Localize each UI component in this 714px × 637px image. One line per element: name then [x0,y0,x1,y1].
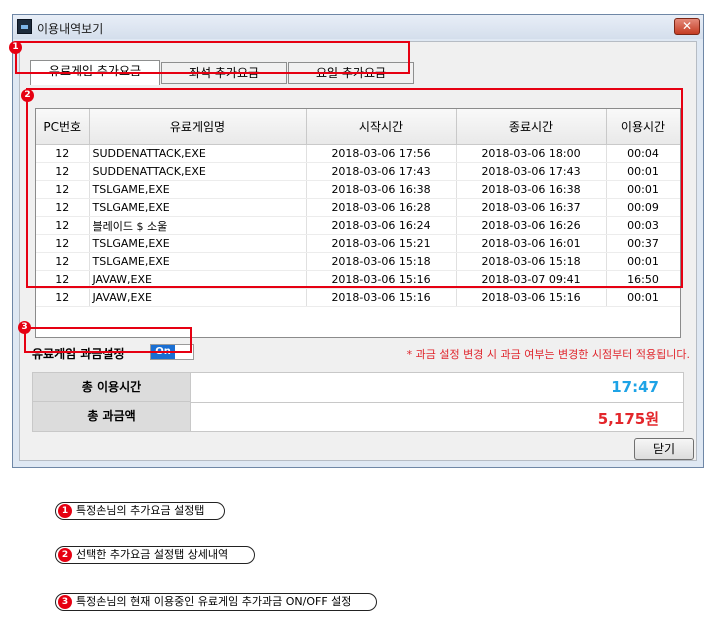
total-fee-label: 총 과금액 [33,402,191,431]
callout-badge-3: 3 [18,321,31,334]
callout-badge-1: 1 [9,41,22,54]
app-icon [17,19,32,34]
legend-badge-2: 2 [58,548,72,562]
total-time-label: 총 이용시간 [33,373,191,402]
window-title: 이용내역보기 [37,22,104,36]
callout-badge-2: 2 [21,89,34,102]
cell-start: 2018-03-06 15:16 [306,288,457,307]
summary-divider [191,402,683,403]
legend-badge-3: 3 [58,595,72,609]
cell-end: 2018-03-06 15:16 [456,288,607,307]
close-icon[interactable]: ✕ [674,18,700,35]
callout-box-table [26,88,683,288]
total-fee-value: 5,175원 [597,410,659,428]
legend-note-2: 2 선택한 추가요금 설정탭 상세내역 [55,546,255,564]
title-bar[interactable]: 이용내역보기 ✕ [13,15,703,39]
cell-pc: 12 [36,288,90,307]
callout-box-billing [24,327,192,353]
table-row[interactable]: 12 JAVAW,EXE 2018-03-06 15:16 2018-03-06 15… [36,288,680,307]
legend-badge-1: 1 [58,504,72,518]
legend-text-1: 특정손님의 추가요금 설정탭 [76,504,205,517]
close-button[interactable]: 닫기 [634,438,694,460]
summary-panel: 총 이용시간 총 과금액 17:47 5,175원 [32,372,684,432]
billing-notice: * 과금 설정 변경 시 과금 여부는 변경한 시점부터 적용됩니다. [406,348,690,361]
legend-text-2: 선택한 추가요금 설정탭 상세내역 [76,548,229,561]
legend-note-1: 1 특정손님의 추가요금 설정탭 [55,502,225,520]
legend-text-3: 특정손님의 현재 이용중인 유료게임 추가과금 ON/OFF 설정 [76,595,352,608]
total-time-value: 17:47 [611,378,659,396]
cell-game: JAVAW,EXE [89,288,307,307]
legend-note-3: 3 특정손님의 현재 이용중인 유료게임 추가과금 ON/OFF 설정 [55,593,377,611]
cell-duration: 00:01 [606,288,680,307]
callout-box-tabs [15,41,410,74]
